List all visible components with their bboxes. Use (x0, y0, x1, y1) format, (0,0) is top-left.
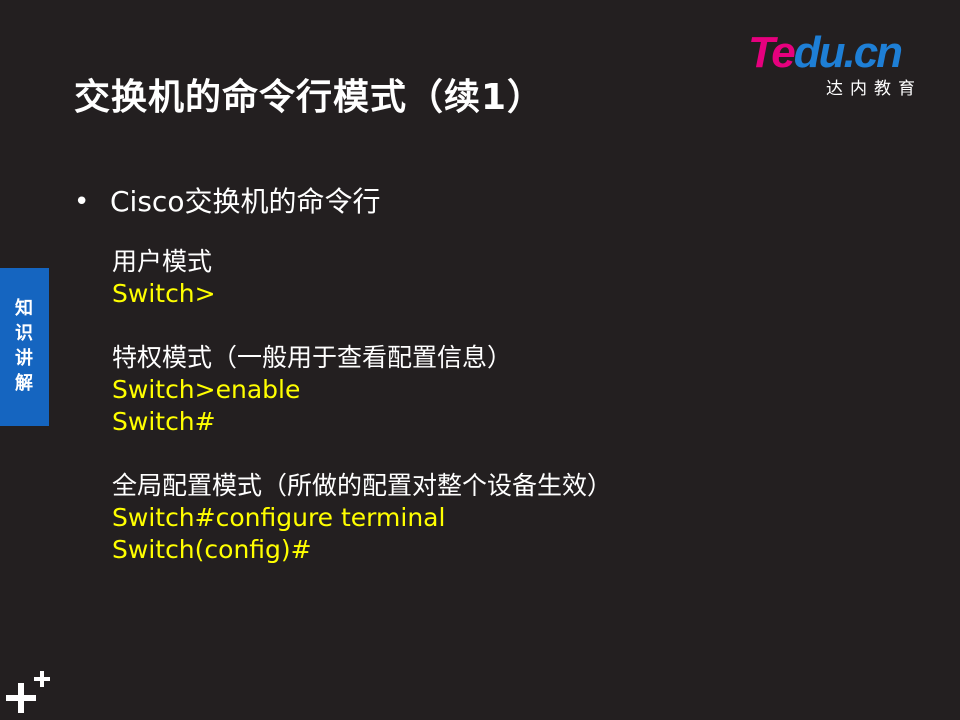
user-mode-heading: 用户模式 (112, 247, 213, 276)
spacer (112, 438, 612, 470)
slide-title: 交换机的命令行模式（续1） (74, 77, 545, 118)
bullet-text: Cisco交换机的命令行 (110, 185, 381, 218)
global-config-mode-heading: 全局配置模式（所做的配置对整个设备生效） (112, 471, 613, 500)
global-config-mode-command: Switch#configure terminal (112, 503, 446, 532)
privileged-mode-prompt: Switch# (112, 407, 216, 436)
logo-subtitle: 达内教育 (826, 79, 922, 99)
side-tab-label: 知识讲解 (15, 298, 33, 394)
user-mode-prompt: Switch> (112, 279, 216, 308)
bullet-icon: • (74, 187, 90, 217)
logo-mark: Tedu.cn (748, 28, 903, 77)
logo-mark-part1: Te (748, 28, 796, 77)
global-config-mode-prompt: Switch(config)# (112, 535, 312, 564)
command-mode-list: 用户模式 Switch> 特权模式（一般用于查看配置信息） Switch>ena… (112, 246, 612, 566)
privileged-mode-command: Switch>enable (112, 375, 301, 404)
logo-mark-part2: du.cn (793, 28, 903, 77)
side-tab: 知识讲解 (0, 268, 49, 426)
tedu-logo: Tedu.cn 达内教育 (748, 30, 928, 100)
privileged-mode-heading: 特权模式（一般用于查看配置信息） (112, 343, 513, 372)
plus-cluster-icon (6, 671, 50, 713)
spacer (112, 310, 612, 342)
